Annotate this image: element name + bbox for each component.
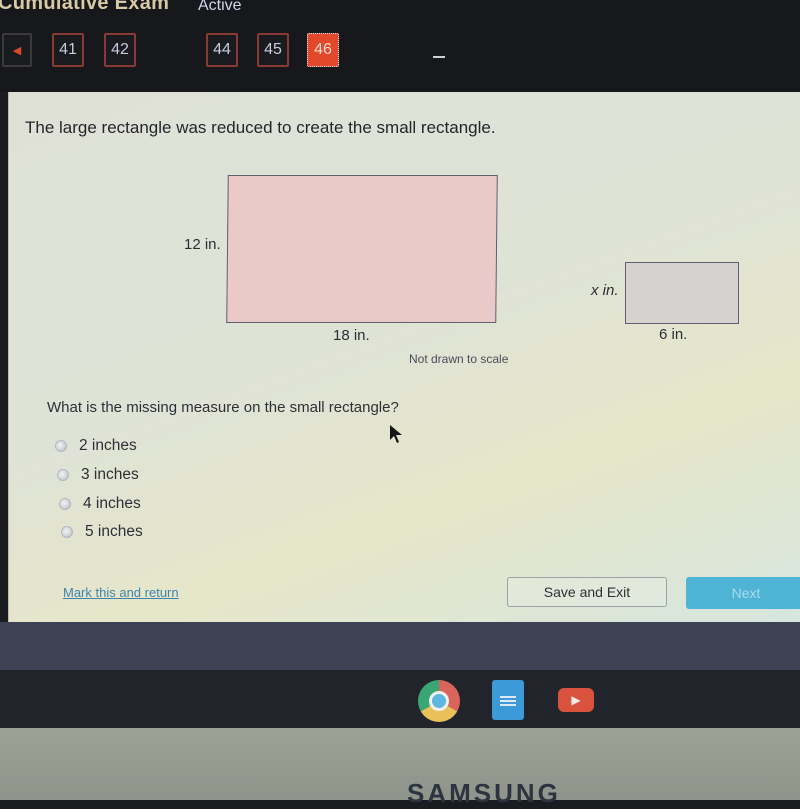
question-nav-46-current[interactable]: 46 <box>307 33 339 67</box>
radio-button[interactable] <box>61 526 73 538</box>
brand-logo: SAMSUNG <box>407 778 561 808</box>
answer-option[interactable]: 3 inches <box>57 466 139 484</box>
question-intro: The large rectangle was reduced to creat… <box>25 118 496 137</box>
youtube-icon[interactable]: ▶ <box>558 688 594 712</box>
mouse-cursor-icon <box>389 424 403 449</box>
exam-header: Cumulative Exam Active ◀ 41 42 44 45 46 <box>0 0 800 92</box>
large-rectangle <box>226 175 498 323</box>
radio-button[interactable] <box>59 498 71 510</box>
option-label: 4 inches <box>83 495 141 512</box>
exam-status: Active <box>198 0 242 14</box>
exam-title: Cumulative Exam <box>0 0 170 14</box>
question-nav-45[interactable]: 45 <box>257 33 289 67</box>
radio-button[interactable] <box>55 440 67 452</box>
chrome-icon[interactable] <box>418 680 460 722</box>
answer-option[interactable]: 4 inches <box>59 495 141 513</box>
laptop-bezel <box>0 728 800 800</box>
option-label: 2 inches <box>79 437 137 454</box>
question-prompt: What is the missing measure on the small… <box>47 399 399 416</box>
question-panel: The large rectangle was reduced to creat… <box>8 92 800 622</box>
running-indicator <box>433 56 445 58</box>
triangle-left-icon: ◀ <box>12 44 22 57</box>
small-rect-width-label: 6 in. <box>659 326 688 343</box>
answer-option[interactable]: 2 inches <box>55 437 137 455</box>
scale-note: Not drawn to scale <box>409 352 509 366</box>
option-label: 5 inches <box>85 523 143 540</box>
option-label: 3 inches <box>81 466 139 483</box>
next-button[interactable]: Next <box>686 577 800 609</box>
question-nav-44[interactable]: 44 <box>206 33 238 67</box>
radio-button[interactable] <box>57 469 69 481</box>
question-nav-42[interactable]: 42 <box>104 33 136 67</box>
app-shelf: ▶ <box>0 670 800 728</box>
desktop-background <box>0 622 800 670</box>
answer-option[interactable]: 5 inches <box>61 523 143 541</box>
large-rect-width-label: 18 in. <box>333 327 370 344</box>
small-rectangle <box>625 262 739 324</box>
small-rect-height-label: x in. <box>591 282 619 299</box>
question-nav-41[interactable]: 41 <box>52 33 84 67</box>
previous-button[interactable]: ◀ <box>2 33 32 67</box>
large-rect-height-label: 12 in. <box>184 236 221 253</box>
mark-and-return-link[interactable]: Mark this and return <box>63 585 179 600</box>
save-and-exit-button[interactable]: Save and Exit <box>507 577 667 607</box>
docs-icon[interactable] <box>492 680 524 720</box>
